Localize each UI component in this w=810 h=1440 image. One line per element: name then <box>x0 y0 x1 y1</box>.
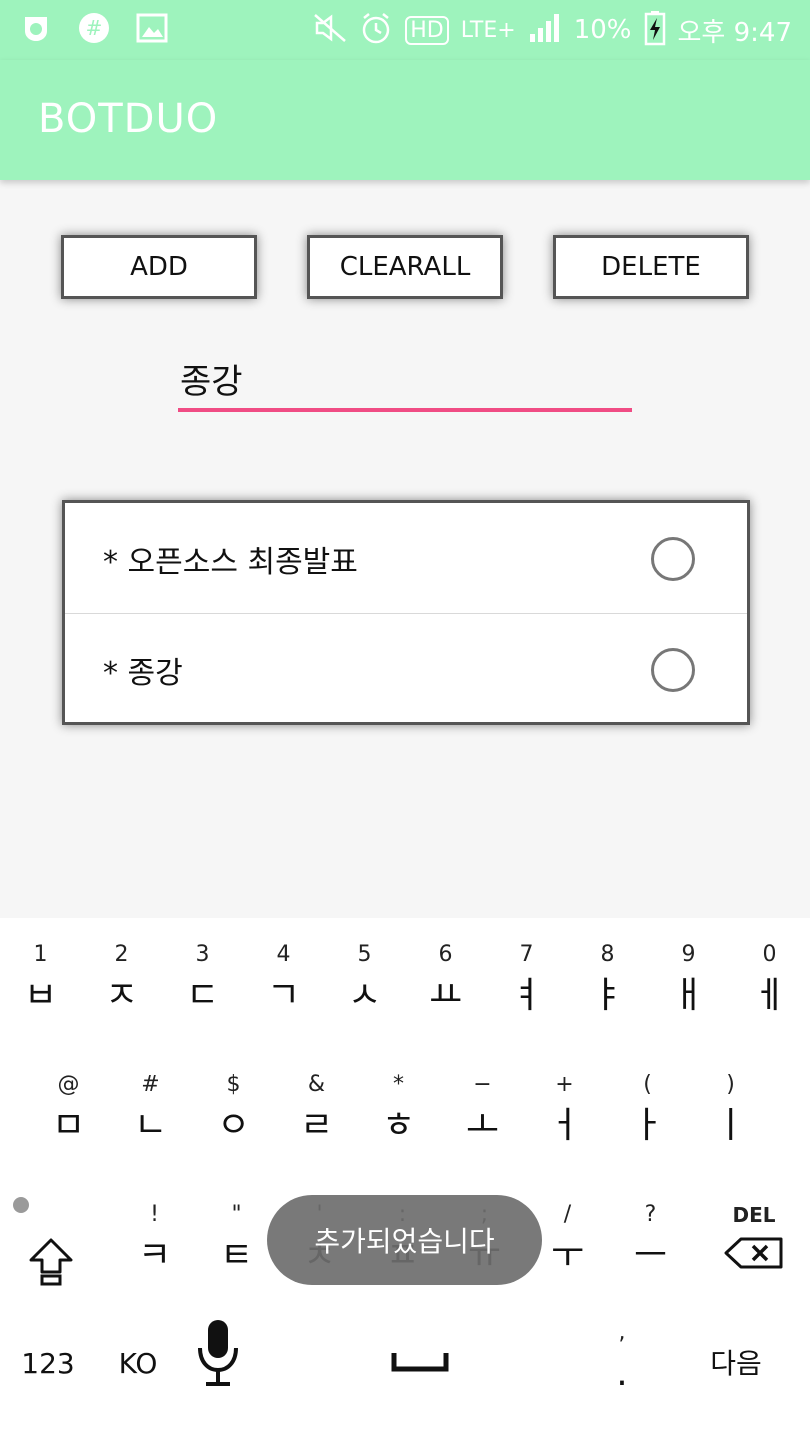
key[interactable]: 8ㅑ <box>567 940 648 1016</box>
app-notification-icon <box>18 10 54 46</box>
list-item[interactable]: * 종강 <box>65 613 747 723</box>
image-icon <box>134 10 170 46</box>
add-button[interactable]: ADD <box>61 235 257 299</box>
delete-key[interactable]: DEL <box>712 1200 796 1279</box>
key[interactable]: 3ㄷ <box>162 940 243 1016</box>
input-underline <box>178 408 632 412</box>
battery-charging-icon <box>644 10 666 50</box>
soft-keyboard: 1ㅂ 2ㅈ 3ㄷ 4ㄱ 5ㅅ 6ㅛ 7ㅕ 8ㅑ 9ㅐ 0ㅔ @ ㅁ # ㄴ $ ㅇ &… <box>0 918 810 1440</box>
battery-percent: 10% <box>573 15 632 45</box>
mute-icon <box>313 13 347 47</box>
key[interactable]: 4ㄱ <box>243 940 324 1016</box>
space-key[interactable] <box>300 1338 540 1384</box>
key[interactable]: 2ㅈ <box>81 940 162 1016</box>
notification-icons: # <box>18 10 170 46</box>
symbols-key[interactable]: 123 <box>8 1338 88 1384</box>
key[interactable]: + ㅓ <box>524 1070 605 1146</box>
network-type: LTE+ <box>460 17 516 43</box>
key[interactable]: 5ㅅ <box>324 940 405 1016</box>
key[interactable]: & ㄹ <box>276 1070 357 1146</box>
app-title: BOTDUO <box>38 96 219 142</box>
key[interactable]: − ㅗ <box>442 1070 523 1146</box>
status-bar: # HD LTE+ 10% 오후 9:47 <box>0 0 810 60</box>
key[interactable]: ? ㅡ <box>610 1200 691 1276</box>
clear-all-button[interactable]: CLEARALL <box>307 235 503 299</box>
slack-icon: # <box>76 10 112 46</box>
key[interactable]: # ㄴ <box>110 1070 191 1146</box>
svg-text:#: # <box>86 16 103 40</box>
key[interactable]: 9ㅐ <box>648 940 729 1016</box>
shift-icon <box>10 1236 91 1297</box>
punctuation-key[interactable]: , . <box>582 1320 662 1394</box>
signal-icon <box>528 12 562 48</box>
status-indicators: HD LTE+ 10% 오후 9:47 <box>313 8 792 52</box>
next-key[interactable]: 다음 <box>694 1338 778 1384</box>
shift-key[interactable] <box>10 1200 91 1297</box>
list-item-label: * 종강 <box>103 656 183 691</box>
list-item-label: * 오픈소스 최종발표 <box>103 545 358 580</box>
radio-button[interactable] <box>651 537 695 581</box>
space-bar-icon <box>300 1344 540 1384</box>
key[interactable]: 6ㅛ <box>405 940 486 1016</box>
hd-voice-indicator: HD <box>405 15 449 45</box>
list-item[interactable]: * 오픈소스 최종발표 <box>65 503 747 613</box>
todo-input[interactable]: 종강 <box>178 350 632 412</box>
key[interactable]: 0ㅔ <box>729 940 810 1016</box>
key[interactable]: " ㅌ <box>196 1200 277 1276</box>
key[interactable]: @ ㅁ <box>28 1070 109 1146</box>
language-key[interactable]: KO <box>98 1338 178 1384</box>
app-bar: BOTDUO <box>0 60 810 180</box>
radio-button[interactable] <box>651 648 695 692</box>
microphone-icon <box>178 1318 258 1397</box>
toast-message: 추가되었습니다 <box>267 1195 542 1285</box>
voice-input-key[interactable] <box>178 1320 258 1397</box>
key[interactable]: * ㅎ <box>358 1070 439 1146</box>
key[interactable]: ) ㅣ <box>690 1070 771 1146</box>
todo-input-value: 종강 <box>180 362 243 402</box>
clock: 오후 9:47 <box>677 17 793 48</box>
alarm-icon <box>359 11 393 49</box>
key[interactable]: $ ㅇ <box>193 1070 274 1146</box>
key[interactable]: ! ㅋ <box>114 1200 195 1276</box>
todo-list: * 오픈소스 최종발표 * 종강 <box>62 500 750 725</box>
delete-button[interactable]: DELETE <box>553 235 749 299</box>
indicator-dot <box>13 1197 29 1213</box>
backspace-icon <box>712 1236 796 1279</box>
key[interactable]: 1ㅂ <box>0 940 81 1016</box>
key[interactable]: (ㅏ <box>607 1070 688 1146</box>
key[interactable]: 7ㅕ <box>486 940 567 1016</box>
